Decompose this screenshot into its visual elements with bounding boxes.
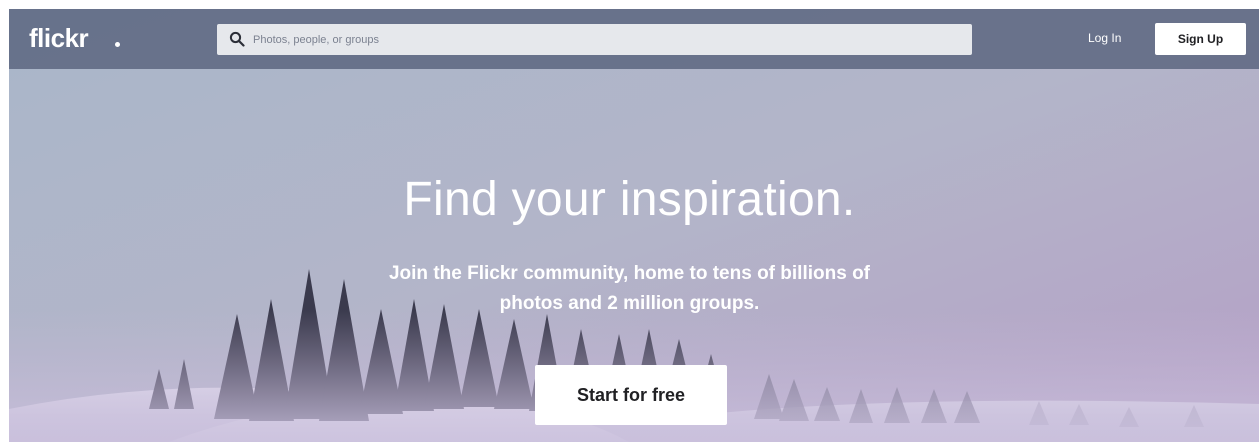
top-navigation-bar: flickr Log In Sign Up xyxy=(9,9,1259,69)
login-link[interactable]: Log In xyxy=(1088,31,1121,45)
hero-subheadline: Join the Flickr community, home to tens … xyxy=(0,259,1259,319)
start-for-free-button[interactable]: Start for free xyxy=(535,365,727,425)
hero-subheadline-line-2: photos and 2 million groups. xyxy=(499,293,760,314)
hero-headline: Find your inspiration. xyxy=(403,173,856,226)
logo-dot-icon xyxy=(115,42,120,47)
hero-subheadline-line-1: Join the Flickr community, home to tens … xyxy=(388,263,870,284)
search-bar[interactable] xyxy=(217,24,972,55)
search-icon[interactable] xyxy=(229,31,245,47)
signup-button[interactable]: Sign Up xyxy=(1155,23,1246,55)
flickr-logo[interactable]: flickr xyxy=(29,23,89,54)
search-input[interactable] xyxy=(253,24,953,55)
